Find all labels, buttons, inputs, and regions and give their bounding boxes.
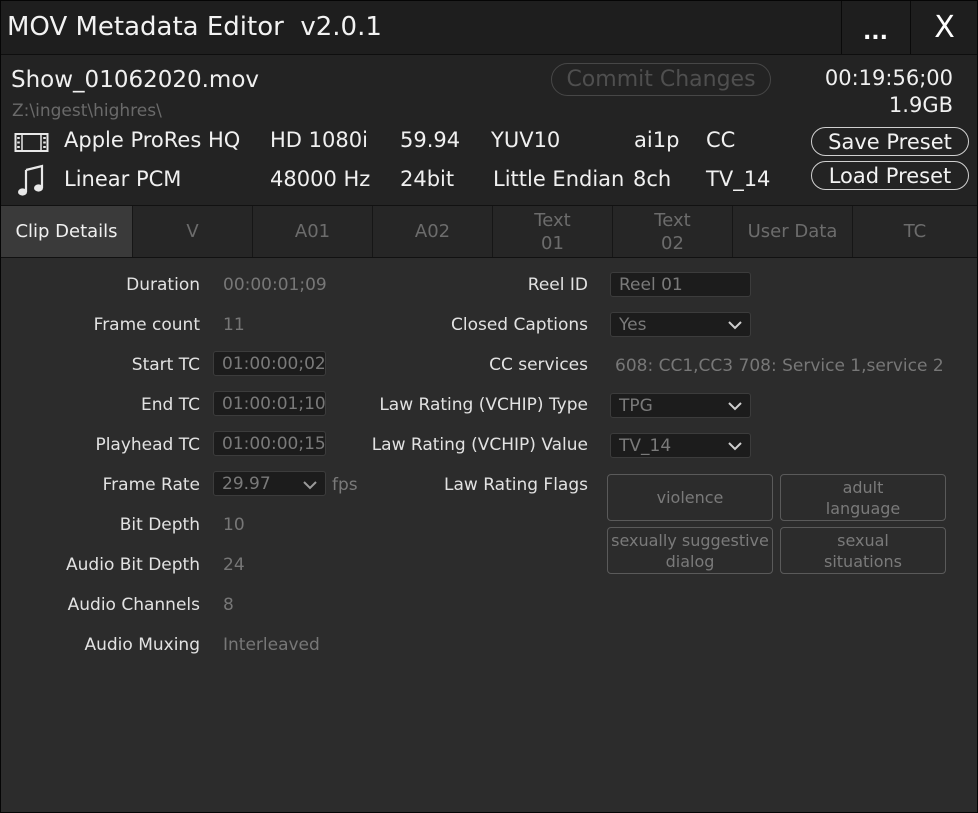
frame-rate-label: Frame Rate	[102, 475, 200, 495]
audio-codec: Linear PCM	[64, 167, 182, 191]
video-resolution: HD 1080i	[270, 128, 368, 152]
chevron-down-icon	[728, 442, 742, 451]
audio-channels: 8ch	[633, 167, 672, 191]
video-codec: Apple ProRes HQ	[64, 128, 241, 152]
audio-rating: TV_14	[706, 167, 771, 191]
video-info-row: Apple ProRes HQ HD 1080i 59.94 YUV10 ai1…	[1, 128, 801, 158]
closed-captions-label: Closed Captions	[450, 315, 588, 335]
duration-label: Duration	[126, 275, 200, 295]
law-rating-type-selected: TPG	[619, 396, 653, 416]
frame-rate-selected: 29.97	[222, 474, 271, 494]
chevron-down-icon	[728, 321, 742, 330]
frame-count-label: Frame count	[93, 315, 200, 335]
film-icon	[14, 131, 50, 160]
window-title: MOV Metadata Editor v2.0.1	[7, 12, 382, 42]
law-rating-value-label: Law Rating (VCHIP) Value	[371, 435, 588, 455]
more-button[interactable]: ...	[841, 1, 909, 54]
load-preset-button[interactable]: Load Preset	[811, 161, 969, 190]
file-duration: 00:19:56;00	[824, 66, 953, 90]
playhead-tc-input[interactable]: 01:00:00;15	[213, 431, 326, 456]
start-tc-input[interactable]: 01:00:00;02	[213, 351, 326, 376]
audio-muxing-label: Audio Muxing	[84, 635, 200, 655]
file-path: Z:\ingest\highres\	[12, 101, 162, 121]
audio-bit-depth-value: 24	[223, 555, 245, 575]
chevron-down-icon	[728, 402, 742, 411]
audio-channels-value: 8	[223, 595, 234, 615]
file-name: Show_01062020.mov	[11, 67, 260, 93]
audio-muxing-value: Interleaved	[223, 635, 320, 655]
cc-services-value: 608: CC1,CC3 708: Service 1,service 2	[615, 356, 944, 376]
tab-bar: Clip Details V A01 A02 Text 01 Text 02 U…	[1, 206, 977, 258]
end-tc-input[interactable]: 01:00:01;10	[213, 391, 326, 416]
flag-violence[interactable]: violence	[607, 474, 773, 521]
law-rating-type-select[interactable]: TPG	[610, 393, 751, 418]
bit-depth-value: 10	[223, 515, 245, 535]
duration-value: 00:00:01;09	[223, 275, 327, 295]
title-bar: MOV Metadata Editor v2.0.1 ... X	[1, 1, 977, 55]
closed-captions-selected: Yes	[619, 315, 647, 335]
frame-rate-unit: fps	[332, 475, 358, 495]
tab-text-02[interactable]: Text 02	[613, 206, 733, 257]
end-tc-label: End TC	[141, 395, 200, 415]
tab-a02[interactable]: A02	[373, 206, 493, 257]
law-rating-value-select[interactable]: TV_14	[610, 433, 751, 458]
start-tc-label: Start TC	[131, 355, 200, 375]
frame-count-value: 11	[223, 315, 245, 335]
audio-bit-depth-label: Audio Bit Depth	[66, 555, 200, 575]
reel-id-label: Reel ID	[527, 275, 588, 295]
law-rating-type-label: Law Rating (VCHIP) Type	[379, 395, 588, 415]
music-note-icon	[16, 164, 46, 203]
tab-user-data[interactable]: User Data	[733, 206, 853, 257]
closed-captions-select[interactable]: Yes	[610, 312, 751, 337]
file-size: 1.9GB	[888, 93, 953, 117]
audio-channels-label: Audio Channels	[67, 595, 200, 615]
bit-depth-label: Bit Depth	[119, 515, 200, 535]
audio-samplerate: 48000 Hz	[270, 167, 371, 191]
flag-adult-language[interactable]: adult language	[780, 474, 946, 521]
audio-endian: Little Endian	[493, 167, 625, 191]
flag-sexual-situations[interactable]: sexual situations	[780, 527, 946, 574]
flag-sexually-suggestive-dialog[interactable]: sexually suggestive dialog	[607, 527, 773, 574]
tab-tc[interactable]: TC	[853, 206, 977, 257]
video-format: ai1p	[634, 128, 680, 152]
file-header: Show_01062020.mov Z:\ingest\highres\ Com…	[1, 55, 977, 206]
reel-id-input[interactable]: Reel 01	[610, 272, 751, 297]
app-window: MOV Metadata Editor v2.0.1 ... X Show_01…	[0, 0, 978, 813]
tab-text-01[interactable]: Text 01	[493, 206, 613, 257]
tab-v[interactable]: V	[133, 206, 253, 257]
chevron-down-icon	[303, 481, 317, 490]
law-rating-flags-label: Law Rating Flags	[444, 475, 588, 495]
close-button[interactable]: X	[910, 1, 978, 54]
tab-clip-details[interactable]: Clip Details	[1, 206, 133, 257]
clip-details-panel: Duration 00:00:01;09 Frame count 11 Star…	[1, 258, 977, 812]
playhead-tc-label: Playhead TC	[95, 435, 200, 455]
video-framerate: 59.94	[400, 128, 461, 152]
save-preset-button[interactable]: Save Preset	[811, 127, 969, 156]
tab-a01[interactable]: A01	[253, 206, 373, 257]
frame-rate-select[interactable]: 29.97	[213, 471, 326, 496]
cc-services-label: CC services	[489, 355, 588, 375]
commit-changes-button[interactable]: Commit Changes	[551, 63, 771, 96]
audio-info-row: Linear PCM 48000 Hz 24bit Little Endian …	[1, 164, 801, 197]
video-colorspace: YUV10	[491, 128, 561, 152]
audio-bitdepth: 24bit	[400, 167, 455, 191]
video-cc: CC	[706, 128, 736, 152]
law-rating-value-selected: TV_14	[619, 436, 672, 456]
